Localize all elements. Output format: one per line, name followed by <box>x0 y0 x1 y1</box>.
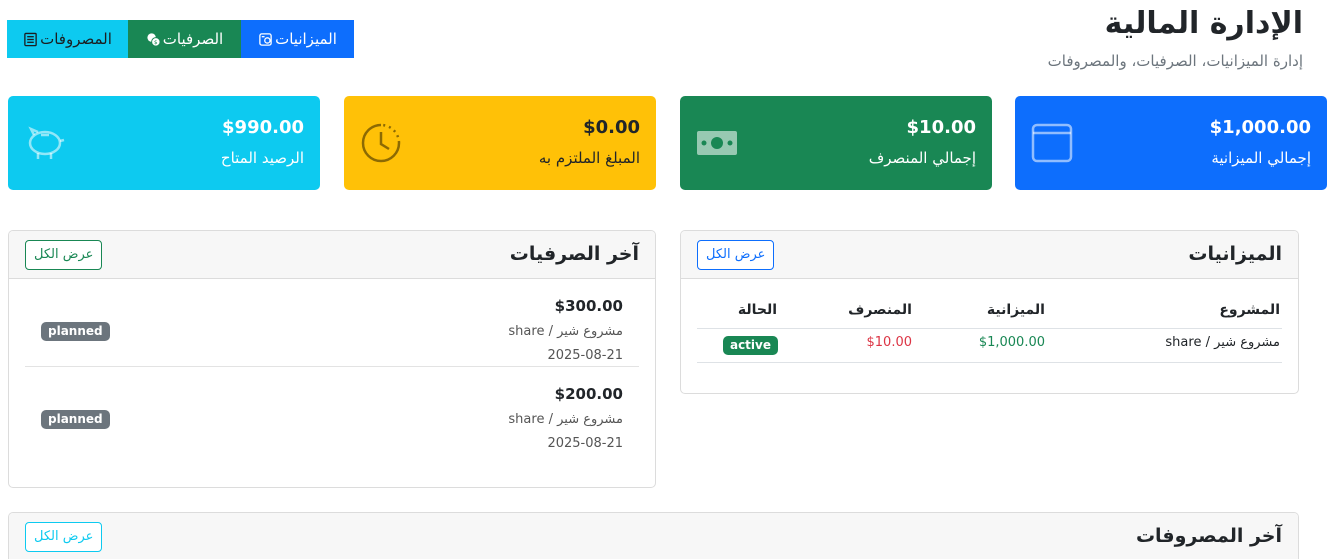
cell-budget: $1,000.00 <box>978 335 1045 350</box>
latest-disbursements-panel: آخر الصرفيات عرض الكل $300.00 مشروع شير … <box>8 230 656 488</box>
budgets-panel: الميزانيات عرض الكل المشروع الميزانية ال… <box>680 230 1299 394</box>
latest-expenses-panel: آخر المصروفات عرض الكل <box>8 512 1299 559</box>
budgets-nav-button[interactable]: الميزانيات <box>241 20 354 58</box>
nav-button-group: المصروفات الصرفيات $ الميزانيات <box>7 20 354 58</box>
svg-text:$: $ <box>154 40 158 46</box>
budgets-table: المشروع الميزانية المنصرف الحالة مشروع ش… <box>697 297 1282 363</box>
disbursement-project: مشروع شير / share <box>508 412 623 427</box>
expenses-nav-label: المصروفات <box>40 30 112 48</box>
panel-title: الميزانيات <box>1188 243 1282 265</box>
wallet-icon <box>1031 123 1073 163</box>
total-budget-value: $1,000.00 <box>1209 117 1311 138</box>
disbursement-amount: $300.00 <box>554 297 623 315</box>
total-budget-label: إجمالي الميزانية <box>1211 149 1311 167</box>
piggy-bank-icon <box>28 126 65 159</box>
cell-project: مشروع شير / share <box>1165 335 1280 350</box>
panel-title: آخر الصرفيات <box>509 243 639 265</box>
column-header-budget: الميزانية <box>986 302 1045 318</box>
budgets-view-all-button[interactable]: عرض الكل <box>697 240 775 270</box>
coins-icon: $ <box>147 32 161 47</box>
status-badge: active <box>722 336 778 355</box>
status-badge: planned <box>41 410 110 429</box>
cell-spent: $10.00 <box>866 335 913 350</box>
committed-amount-label: المبلغ الملتزم به <box>538 149 640 167</box>
cash-icon <box>697 131 737 155</box>
disbursements-nav-button[interactable]: الصرفيات $ <box>128 20 241 58</box>
panel-header: الميزانيات عرض الكل <box>681 231 1298 279</box>
column-header-status: الحالة <box>737 302 777 318</box>
disbursement-amount: $200.00 <box>554 385 623 403</box>
expenses-nav-button[interactable]: المصروفات <box>7 20 128 58</box>
total-spent-label: إجمالي المنصرف <box>868 149 976 167</box>
budgets-nav-label: الميزانيات <box>275 30 337 48</box>
total-spent-card: $10.00 إجمالي المنصرف <box>680 96 992 190</box>
panel-header: آخر المصروفات عرض الكل <box>9 513 1298 559</box>
table-row[interactable]: مشروع شير / share $1,000.00 $10.00 activ… <box>697 329 1282 363</box>
column-header-project: المشروع <box>1219 302 1280 318</box>
column-header-spent: المنصرف <box>848 302 912 318</box>
disbursement-date: 2025-08-21 <box>547 436 623 451</box>
total-budget-card: $1,000.00 إجمالي الميزانية <box>1015 96 1327 190</box>
receipt-icon <box>24 32 37 46</box>
panel-header: آخر الصرفيات عرض الكل <box>9 231 655 279</box>
disbursement-project: مشروع شير / share <box>508 324 623 339</box>
page-subtitle: إدارة الميزانيات، الصرفيات، والمصروفات <box>1047 52 1303 70</box>
committed-amount-value: $0.00 <box>583 117 640 138</box>
disbursements-view-all-button[interactable]: عرض الكل <box>25 240 103 270</box>
available-balance-value: $990.00 <box>222 117 304 138</box>
expenses-view-all-button[interactable]: عرض الكل <box>25 522 103 552</box>
available-balance-label: الرصيد المتاح <box>220 149 304 167</box>
total-spent-value: $10.00 <box>906 117 976 138</box>
disbursements-nav-label: الصرفيات <box>162 30 224 48</box>
committed-amount-card: $0.00 المبلغ الملتزم به <box>344 96 656 190</box>
list-item[interactable]: $300.00 مشروع شير / share 2025-08-21 pla… <box>25 279 639 367</box>
table-header-row: المشروع الميزانية المنصرف الحالة <box>697 297 1282 329</box>
piggy-coin-icon <box>259 32 272 46</box>
available-balance-card: $990.00 الرصيد المتاح <box>8 96 320 190</box>
list-item[interactable]: $200.00 مشروع شير / share 2025-08-21 pla… <box>25 367 639 455</box>
disbursement-date: 2025-08-21 <box>547 348 623 363</box>
clock-icon <box>361 123 401 163</box>
panel-title: آخر المصروفات <box>1135 525 1282 547</box>
status-badge: planned <box>41 322 110 341</box>
page-title: الإدارة المالية <box>1104 6 1303 41</box>
